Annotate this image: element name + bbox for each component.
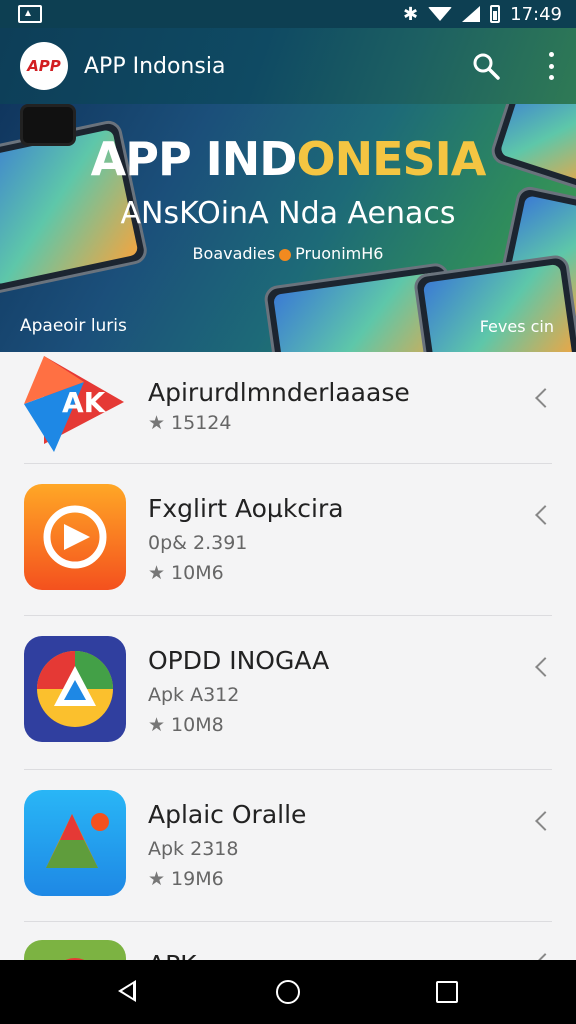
app-rating: ★ 19M6 [148,868,224,890]
screenshot-notification-icon [18,5,42,23]
back-icon[interactable] [118,980,136,1002]
app-name: Aplaic Oralle [148,800,307,829]
list-item[interactable]: Aplaic Oralle Apk 2318 ★ 19M6 [0,770,576,922]
triangle-app-icon [24,636,126,742]
green-app-icon [24,940,126,960]
star-icon: ★ [148,868,166,890]
banner-tagline: Boavadies PruonimH6 [192,244,384,263]
app-rating: ★ 10M6 [148,562,224,584]
overflow-menu-icon[interactable] [546,52,556,80]
system-nav-bar [0,960,576,1024]
list-item[interactable]: APK [0,922,576,960]
app-title: APP Indonsia [84,53,226,79]
banner-title: APP INDONESIA [90,132,487,186]
app-version: Apk 2318 [148,838,239,860]
app-name: APK [148,950,197,960]
list-item[interactable]: OPDD INOGAA Apk A312 ★ 10M8 [0,616,576,770]
wifi-icon [428,7,453,21]
bluetooth-icon: ✱ [403,3,419,25]
battery-icon [490,5,501,23]
app-rating: ★ 15124 [148,412,232,434]
chevron-icon[interactable] [535,657,555,677]
app-logo[interactable]: APP [20,42,68,90]
status-bar: ✱ 17:49 [0,0,576,28]
home-icon[interactable] [276,980,300,1004]
ak-app-icon: AK [24,356,124,452]
app-name: Fxglirt Aoµkcira [148,494,344,523]
recents-icon[interactable] [436,981,458,1003]
chevron-icon[interactable] [535,505,555,525]
chevron-icon[interactable] [535,811,555,831]
app-name: Apirurdlmnderlaaase [148,378,410,407]
app-version: Apk A312 [148,684,240,706]
chevron-icon[interactable] [535,953,555,960]
app-name: OPDD INOGAA [148,646,330,675]
list-item[interactable]: Fxglirt Aoµkcira 0p& 2.391 ★ 10M6 [0,464,576,616]
signal-icon [462,6,481,22]
blue-app-icon [24,790,126,896]
promo-banner[interactable]: APP INDONESIA ANsKOinA Nda Aenacs Boavad… [0,104,576,352]
banner-subtitle: ANsKOinA Nda Aenacs [120,196,456,231]
list-item[interactable]: AK Apirurdlmnderlaaase ★ 15124 [0,352,576,464]
svg-text:AK: AK [62,386,107,419]
app-bar: APP APP Indonsia [0,28,576,104]
chevron-icon[interactable] [535,388,555,408]
app-list: AK Apirurdlmnderlaaase ★ 15124 Fxglirt Ao… [0,352,576,960]
star-icon: ★ [148,412,166,434]
app-logo-text: APP [27,57,61,75]
status-time: 17:49 [510,3,562,25]
star-icon: ★ [148,714,166,736]
banner-caption-left: Apaeoir luris [20,316,127,336]
app-version: 0p& 2.391 [148,532,248,554]
banner-caption-right: Feves cin [479,317,554,336]
app-rating: ★ 10M8 [148,714,224,736]
search-icon[interactable] [472,52,500,80]
orange-app-icon [24,484,126,590]
star-icon: ★ [148,562,166,584]
